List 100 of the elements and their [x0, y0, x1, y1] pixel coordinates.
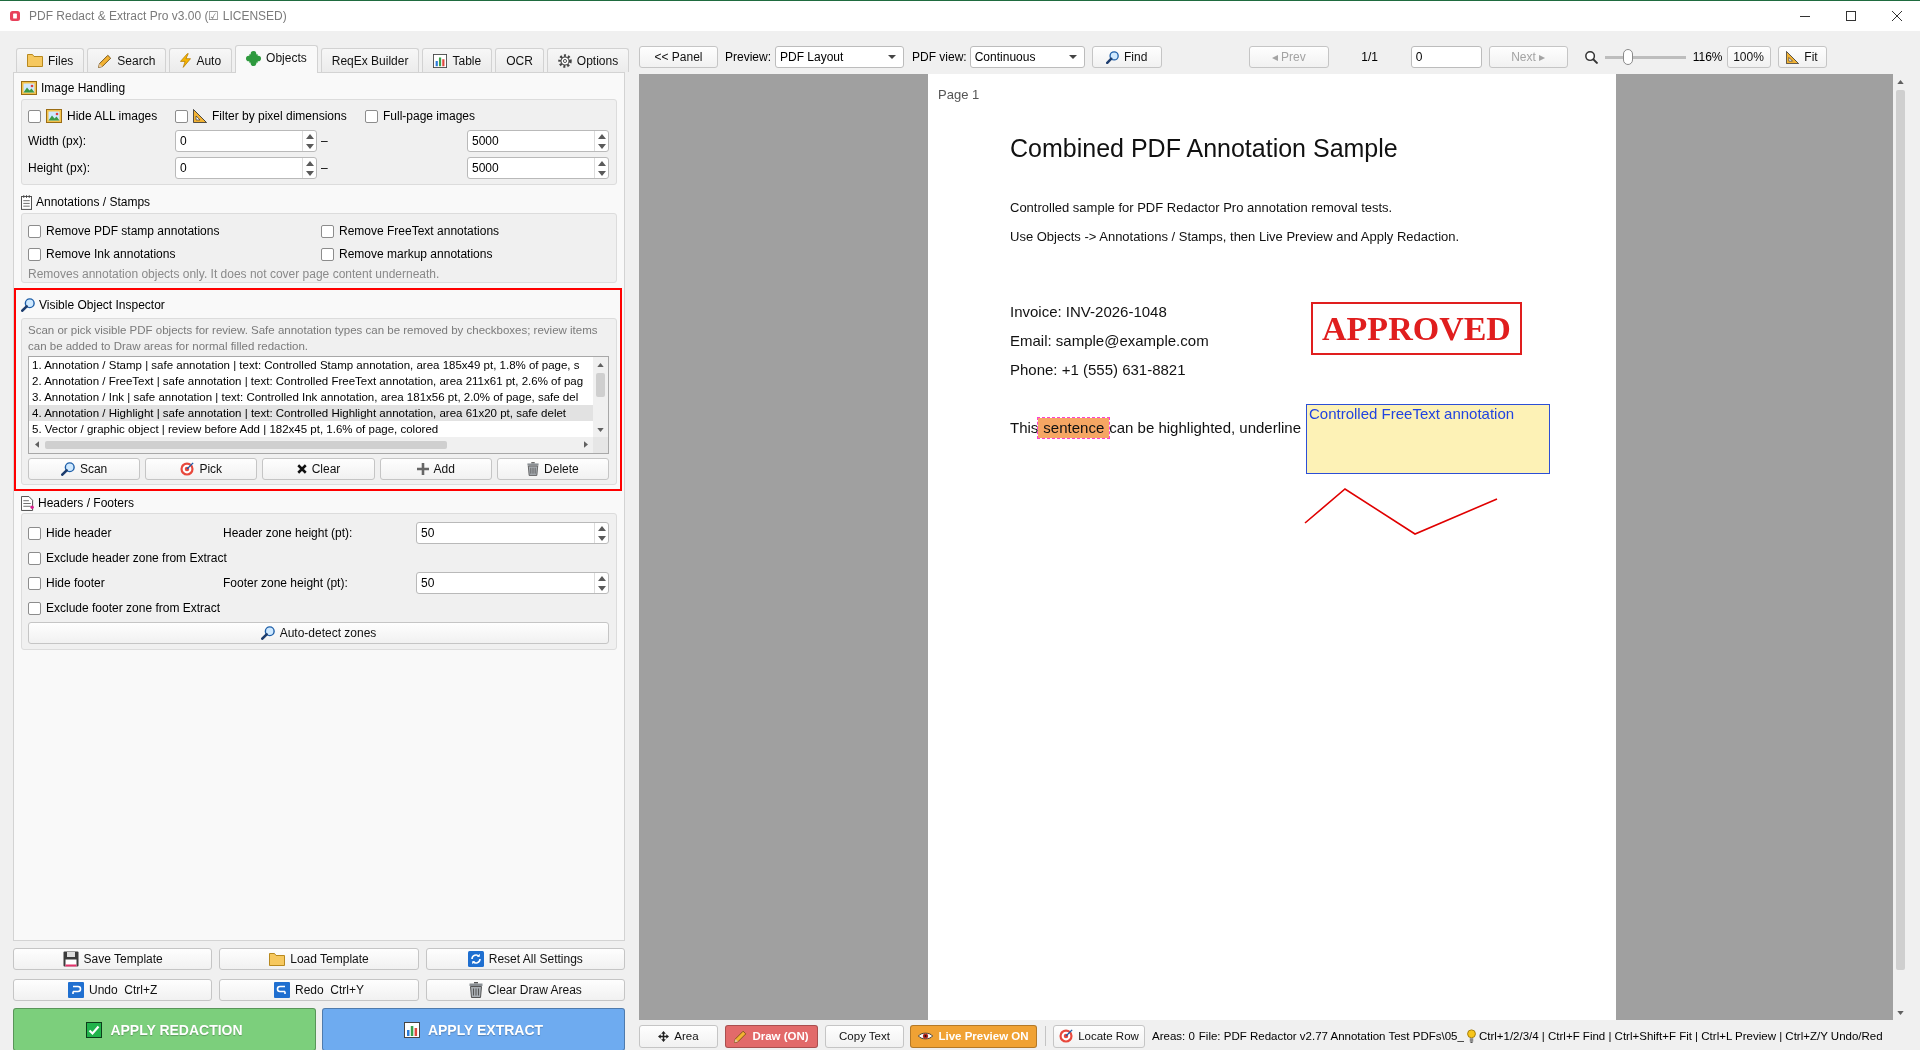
auto-detect-button[interactable]: Auto-detect zones [28, 622, 609, 644]
preview-dropdown[interactable]: PDF Layout [775, 46, 904, 68]
tab[interactable]: ReqEx Builder [320, 48, 420, 72]
zoom-reading: 116% [1692, 50, 1723, 64]
scrollbar-thumb[interactable] [596, 373, 605, 397]
view-dropdown[interactable]: Continuous [969, 46, 1085, 68]
puzzle-icon [246, 50, 262, 66]
number-field[interactable]: 0 [175, 157, 317, 179]
tab[interactable]: Objects [235, 45, 318, 73]
checkbox[interactable] [28, 526, 41, 540]
checkbox-label: Remove markup annotations [339, 247, 493, 261]
document-title: Combined PDF Annotation Sample [1010, 133, 1398, 163]
redo-icon [273, 982, 290, 998]
pencil-icon [98, 53, 113, 68]
move-arrows-icon [658, 1030, 670, 1042]
stamp-annotation: APPROVED [1311, 302, 1522, 355]
page-input[interactable]: 0 [1410, 46, 1482, 68]
checkbox[interactable] [175, 109, 188, 123]
tab[interactable]: Search [87, 48, 167, 72]
spin-arrows-icon[interactable] [597, 133, 606, 149]
redo-button[interactable]: Redo Ctrl+Y [219, 979, 419, 1001]
scan-button[interactable]: Scan [28, 458, 141, 480]
object-list[interactable] [28, 356, 609, 454]
load-template-button[interactable]: Load Template [219, 948, 419, 970]
spin-arrows-icon[interactable] [305, 133, 314, 149]
checkbox-label: Remove Ink annotations [46, 247, 176, 261]
number-field[interactable]: 50 [416, 572, 609, 594]
scroll-down-icon[interactable] [1897, 1010, 1904, 1015]
caret-icon [888, 55, 896, 59]
document-text: Phone: +1 (555) 631-8821 [1010, 360, 1186, 380]
trash-icon [527, 462, 540, 476]
pick-button[interactable]: Pick [145, 458, 258, 480]
field-label: PDF view: [912, 50, 967, 64]
pencil-icon [734, 1029, 748, 1043]
checkmark-icon [86, 1021, 103, 1038]
scroll-left-icon[interactable] [34, 441, 39, 448]
slider-thumb[interactable] [1623, 49, 1634, 65]
section-title: Annotations / Stamps [36, 195, 151, 209]
checkbox[interactable] [28, 601, 41, 615]
list-item[interactable]: 2. Annotation / FreeText | safe annotation | text: Controlled FreeText annotation, area 211x61 pt, 2.6% of pag [29, 373, 593, 389]
number-field[interactable]: 5000 [467, 130, 609, 152]
checkbox[interactable] [28, 576, 41, 590]
checkbox[interactable] [28, 109, 41, 123]
plus-icon [416, 463, 429, 475]
find-button[interactable]: Find [1091, 46, 1162, 68]
clear-button[interactable]: Clear [262, 458, 375, 480]
checkbox[interactable] [28, 551, 41, 565]
checkbox-label: Hide ALL images [67, 109, 158, 123]
search-icon [1106, 50, 1120, 64]
list-item[interactable]: 5. Vector / graphic object | review before Add | 182x45 pt, 1.6% of page, colored [29, 421, 593, 437]
save-template-button[interactable]: Save Template [13, 948, 213, 970]
checkbox[interactable] [365, 109, 378, 123]
list-item[interactable]: 4. Annotation / Highlight | safe annotation | text: Controlled Highlight annotation, area 61x20 pt, safe delet [29, 405, 593, 421]
add-button[interactable]: Add [379, 458, 492, 480]
document-text: This [1010, 418, 1039, 438]
scroll-up-icon[interactable] [597, 362, 604, 367]
checkbox[interactable] [321, 224, 334, 238]
clear-areas-button[interactable]: Clear Draw Areas [425, 979, 625, 1001]
undo-icon [68, 982, 84, 998]
spin-arrows-icon[interactable] [597, 575, 606, 591]
fit-button[interactable]: Fit [1777, 46, 1827, 68]
zoom-reset-button[interactable]: 100% [1726, 46, 1771, 68]
checkbox[interactable] [28, 224, 41, 238]
number-field[interactable]: 50 [416, 522, 609, 544]
horizontal-scrollbar[interactable] [29, 437, 593, 453]
tab[interactable]: Auto [169, 48, 233, 72]
tab[interactable]: Options [546, 48, 630, 72]
delete-button[interactable]: Delete [496, 458, 609, 480]
checkbox[interactable] [28, 247, 41, 261]
number-field[interactable]: 0 [175, 130, 317, 152]
tab[interactable]: Files [16, 48, 85, 72]
checkbox-label: Full-page images [383, 109, 476, 123]
locate-row-button[interactable]: Locate Row [1053, 1024, 1145, 1048]
eye-icon [918, 1031, 934, 1041]
checkbox-label: Exclude footer zone from Extract [46, 601, 221, 615]
spin-arrows-icon[interactable] [597, 160, 606, 176]
number-field[interactable]: 5000 [467, 157, 609, 179]
range-separator: – [320, 161, 328, 175]
status-button[interactable]: Area [639, 1024, 718, 1048]
scroll-up-icon[interactable] [1897, 79, 1904, 84]
tab[interactable]: OCR [495, 48, 544, 72]
notepad-icon [21, 194, 32, 210]
list-item[interactable]: 1. Annotation / Stamp | safe annotation | text: Controlled Stamp annotation, area 185x49 pt, 1.8% of page, s [29, 357, 593, 373]
spin-arrows-icon[interactable] [305, 160, 314, 176]
highlight-annotation: sentence [1038, 418, 1110, 438]
freetext-annotation: Controlled FreeText annotation [1306, 404, 1550, 474]
status-button[interactable]: Copy Text [825, 1024, 904, 1048]
scroll-right-icon[interactable] [583, 441, 588, 448]
scrollbar-thumb[interactable] [45, 441, 447, 449]
undo-button[interactable]: Undo Ctrl+Z [13, 979, 213, 1001]
scroll-down-icon[interactable] [597, 427, 604, 432]
vertical-scrollbar[interactable] [593, 357, 608, 437]
checkbox[interactable] [321, 247, 334, 261]
search-icon [260, 626, 275, 640]
reset-settings-button[interactable]: Reset All Settings [425, 948, 625, 970]
list-item[interactable]: 3. Annotation / Ink | safe annotation | text: Controlled Ink annotation, area 181x56 pt, 2.0% of page, safe del [29, 389, 593, 405]
panel-button[interactable]: << Panel [639, 46, 718, 68]
spin-arrows-icon[interactable] [597, 525, 606, 541]
tab[interactable]: Table [422, 48, 493, 72]
scrollbar-thumb[interactable] [1896, 90, 1905, 970]
